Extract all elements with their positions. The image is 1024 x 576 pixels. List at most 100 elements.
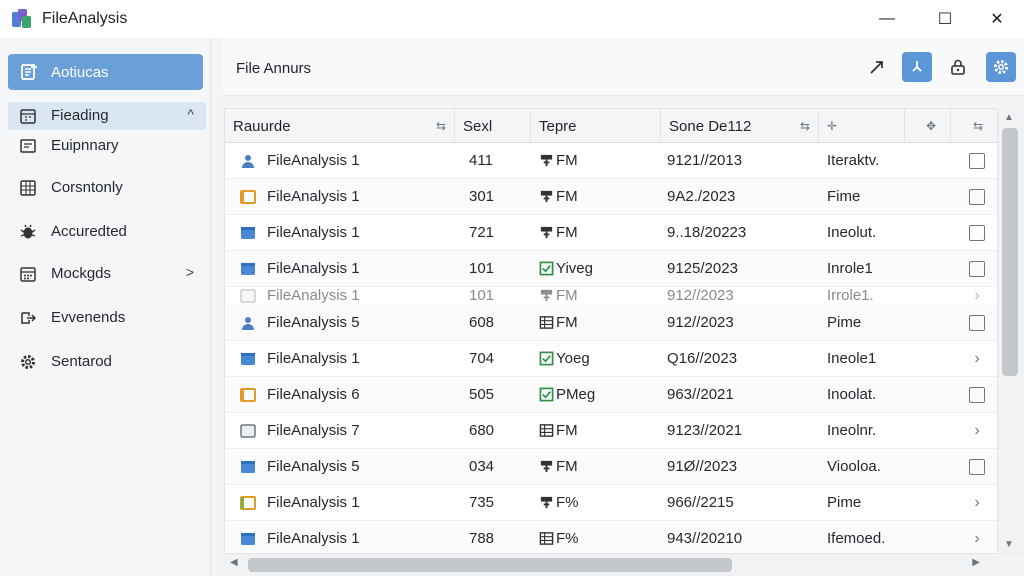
window-icon xyxy=(241,262,255,275)
cell-action[interactable]: › xyxy=(965,287,989,304)
pin-icon xyxy=(912,61,922,72)
cell-action[interactable] xyxy=(965,377,989,412)
cell-action[interactable] xyxy=(965,179,989,214)
cell-action[interactable] xyxy=(965,449,989,484)
file-name: FileAnalysis 1 xyxy=(267,188,360,205)
window-icon xyxy=(241,532,255,545)
cell-size: 034 xyxy=(469,458,495,475)
chevron-right-icon: > xyxy=(185,264,194,280)
table-row[interactable]: FileAnalysis 6 505 PMeg 963//2021 Inoolat. xyxy=(225,377,997,413)
sidebar-item-accuredted[interactable]: Accuredted xyxy=(8,218,206,246)
scroll-left-icon[interactable]: ◀ xyxy=(230,557,238,568)
expand-arrow-icon xyxy=(870,61,883,74)
maximize-icon: ☐ xyxy=(937,11,953,28)
user-icon xyxy=(242,154,254,168)
table-row[interactable]: FileAnalysis 5 608 FM 912//2023 Pime xyxy=(225,305,997,341)
sort-icon[interactable]: ⇆ xyxy=(800,119,810,133)
table-row[interactable]: FileAnalysis 7 680 FM 9123//2021 Ineolnr. › xyxy=(225,413,997,449)
row-checkbox[interactable] xyxy=(969,224,985,241)
row-checkbox[interactable] xyxy=(969,458,985,475)
table-row[interactable]: FileAnalysis 1 301 FM 9А2./2023 Fime xyxy=(225,179,997,215)
file-name: FileAnalysis 1 xyxy=(267,260,360,277)
cell-action[interactable] xyxy=(965,215,989,250)
cell-type: FM xyxy=(539,215,659,250)
cell-name: FileAnalysis 6 xyxy=(239,377,459,412)
column-header-name[interactable]: Rauurde ⇆ xyxy=(225,109,455,143)
table-row[interactable]: FileAnalysis 1 735 F% 966//2215 Pime › xyxy=(225,485,997,521)
table-row[interactable]: FileAnalysis 1 411 FM 9121//2013 Iteraktv. xyxy=(225,143,997,179)
chevron-right-icon[interactable]: › xyxy=(974,530,979,548)
cell-size: 608 xyxy=(469,314,495,331)
move-icon[interactable]: ✛ xyxy=(827,119,837,133)
table-row[interactable]: FileAnalysis 5 034 FM 91Ø//2023 Viooloa. xyxy=(225,449,997,485)
cell-action[interactable] xyxy=(965,251,989,286)
table-row[interactable]: FileAnalysis 1 788 F% 943//20210 Ifemoed. › xyxy=(225,521,997,553)
cell-action[interactable]: › xyxy=(965,413,989,448)
type-label: Yiveg xyxy=(556,260,593,277)
column-header-action[interactable]: ⇆ xyxy=(951,109,997,143)
chevron-right-icon[interactable]: › xyxy=(974,287,979,305)
sidebar-item-evvenends[interactable]: Evvenends xyxy=(8,304,206,332)
scroll-right-icon[interactable]: ▶ xyxy=(972,557,980,568)
cell-name: FileAnalysis 1 xyxy=(239,179,459,214)
cell-size: 505 xyxy=(469,386,495,403)
cell-date: 91Ø//2023 xyxy=(667,458,738,475)
sidebar-item-mockgds[interactable]: Mockgds > xyxy=(8,260,206,288)
sidebar-item-sentarod[interactable]: Sentarod xyxy=(8,348,206,376)
minimize-button[interactable]: — xyxy=(862,0,912,38)
cell-type: F% xyxy=(539,521,659,553)
close-button[interactable]: ✕ xyxy=(972,0,1022,38)
sidebar-primary-button[interactable]: Aotiucas xyxy=(8,54,203,90)
scroll-down-icon[interactable]: ▼ xyxy=(1004,539,1014,550)
drag-icon[interactable]: ✥ xyxy=(926,119,936,133)
table-row[interactable]: FileAnalysis 1 721 FM 9..18/20223 Ineolut. xyxy=(225,215,997,251)
cell-action[interactable]: › xyxy=(965,341,989,376)
column-header-size[interactable]: Sexl xyxy=(455,109,531,143)
file-name: FileAnalysis 6 xyxy=(267,386,360,403)
horizontal-scrollbar[interactable]: ◀ ▶ xyxy=(224,554,998,576)
column-header-extra[interactable]: ✥ xyxy=(905,109,951,143)
column-header-type[interactable]: Tepre xyxy=(531,109,661,143)
tree-icon xyxy=(540,460,553,473)
scroll-up-icon[interactable]: ▲ xyxy=(1004,112,1014,123)
sidebar-item-label: Accuredted xyxy=(51,223,127,240)
file-name: FileAnalysis 1 xyxy=(267,224,360,241)
cell-action[interactable]: › xyxy=(965,521,989,553)
cell-type: FM xyxy=(539,449,659,484)
sidebar-item-fieading[interactable]: Fieading ^ xyxy=(8,102,206,130)
chevron-right-icon[interactable]: › xyxy=(974,350,979,368)
row-checkbox[interactable] xyxy=(969,386,985,403)
type-label: FM xyxy=(556,188,578,205)
cell-type: Yoeg xyxy=(539,341,659,376)
settings-button[interactable] xyxy=(986,52,1016,82)
row-checkbox[interactable] xyxy=(969,152,985,169)
chevron-right-icon[interactable]: › xyxy=(974,494,979,512)
row-checkbox[interactable] xyxy=(969,314,985,331)
horizontal-scroll-thumb[interactable] xyxy=(248,558,732,572)
lock-button[interactable] xyxy=(943,52,973,82)
column-header-status[interactable]: ✛ xyxy=(819,109,905,143)
chevron-right-icon[interactable]: › xyxy=(974,422,979,440)
sort-icon[interactable]: ⇆ xyxy=(973,119,983,133)
table-row[interactable]: FileAnalysis 1 704 Yoeg Q16//2023 Ineole1 › xyxy=(225,341,997,377)
column-header-date[interactable]: Sone De112 ⇆ xyxy=(661,109,819,143)
table-icon xyxy=(539,532,554,545)
vertical-scrollbar[interactable]: ▲ ▼ xyxy=(998,108,1024,554)
file-name: FileAnalysis 5 xyxy=(267,458,360,475)
table-row[interactable]: FileAnalysis 1 101 Yiveg 9125/2023 Inrole1 xyxy=(225,251,997,287)
expand-button[interactable] xyxy=(862,52,892,82)
sidebar-item-euipnnary[interactable]: Euipnnary xyxy=(8,132,206,160)
cell-action[interactable] xyxy=(965,143,989,178)
calendar-grid-icon xyxy=(20,267,36,282)
row-checkbox[interactable] xyxy=(969,188,985,205)
cell-date: 912//2023 xyxy=(667,287,734,304)
maximize-button[interactable]: ☐ xyxy=(920,0,970,38)
cell-action[interactable] xyxy=(965,305,989,340)
sort-icon[interactable]: ⇆ xyxy=(436,119,446,133)
table-row[interactable]: FileAnalysis 1 101 FM 912//2023 Irrole1. › xyxy=(225,287,997,305)
row-checkbox[interactable] xyxy=(969,260,985,277)
cell-action[interactable]: › xyxy=(965,485,989,520)
pin-button[interactable] xyxy=(902,52,932,82)
sidebar-item-corsntonly[interactable]: Corsntonly xyxy=(8,174,206,202)
vertical-scroll-thumb[interactable] xyxy=(1002,128,1018,376)
